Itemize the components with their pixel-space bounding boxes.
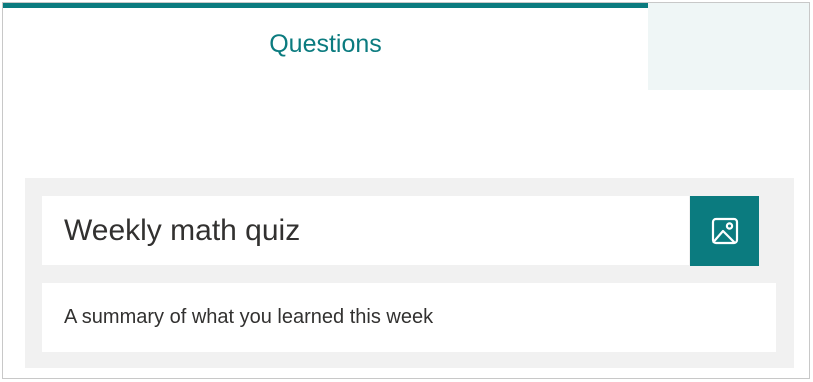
form-description-text: A summary of what you learned this week (64, 306, 434, 328)
tab-responses[interactable] (648, 3, 809, 90)
form-title-text: Weekly math quiz (64, 213, 301, 247)
form-title-input[interactable]: Weekly math quiz (42, 196, 689, 265)
tab-questions[interactable]: Questions (3, 3, 648, 90)
insert-image-button[interactable] (690, 196, 759, 266)
insert-image-icon (710, 216, 740, 246)
form-header-card: Weekly math quiz A summary of what you l… (25, 178, 794, 368)
form-description-input[interactable]: A summary of what you learned this week (42, 283, 776, 352)
tab-questions-label: Questions (269, 29, 382, 58)
forms-editor-frame: Questions Weekly math quiz A summary of … (2, 2, 810, 379)
